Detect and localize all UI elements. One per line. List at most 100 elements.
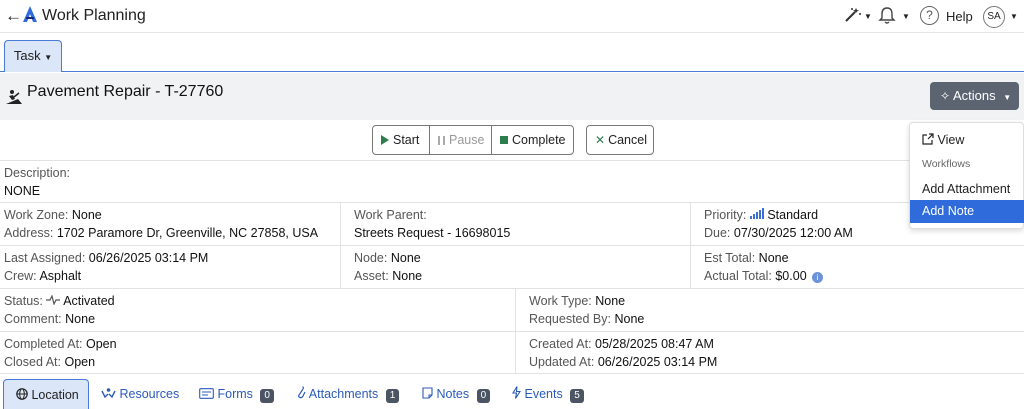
actual-total-field: Actual Total: $0.00 i [704,269,824,283]
divider [0,160,1024,161]
start-button[interactable]: Start [372,125,430,155]
play-icon [381,135,389,145]
description-label: Description: [4,166,70,180]
info-icon[interactable]: i [812,272,824,283]
address-label: Address: [4,226,54,240]
avatar-caret-icon[interactable]: ▼ [1010,12,1018,21]
status-field: Status: Activated [4,294,115,308]
work-zone-field: Work Zone: None [4,208,102,222]
requested-by-field: Requested By: None [529,312,644,326]
tab-events[interactable]: Events 5 [512,379,584,409]
tab-events-label: Events [524,387,563,401]
menu-item-add-attachment[interactable]: Add Attachment [910,182,1024,196]
paperclip-icon [296,386,309,401]
node-field: Node: None [354,251,421,265]
divider [690,202,691,288]
actual-total-label: Actual Total: [704,269,772,283]
cancel-label: Cancel [608,133,647,147]
work-parent-value[interactable]: Streets Request - 16698015 [354,226,510,240]
pause-button[interactable]: Pause [429,125,492,155]
lightning-icon [512,386,524,401]
priority-value: Standard [767,208,819,222]
actions-label: Actions [952,88,996,103]
tab-resources[interactable]: Resources [101,379,179,409]
chevron-down-icon: ▼ [44,53,53,62]
globe-icon [16,388,31,402]
comment-field: Comment: None [4,312,95,326]
crew-value: Asphalt [39,269,82,283]
chevron-down-icon: ▼ [1003,93,1012,102]
work-zone-label: Work Zone: [4,208,69,222]
cancel-button[interactable]: ✕ Cancel [586,125,654,155]
magic-wand-icon: ✧ [940,89,951,103]
complete-button[interactable]: Complete [491,125,574,155]
bell-icon[interactable] [878,6,896,28]
pause-label: Pause [449,133,485,147]
bell-caret-icon[interactable]: ▼ [902,12,910,21]
comment-value: None [65,312,96,326]
road-work-icon [5,89,23,108]
requested-by-label: Requested By: [529,312,611,326]
est-total-label: Est Total: [704,251,756,265]
signal-bars-icon [749,208,767,222]
status-value: Activated [63,294,115,308]
status-label: Status: [4,294,43,308]
completed-at-field: Completed At: Open [4,337,117,351]
pause-icon [438,136,445,145]
work-parent-label: Work Parent: [354,208,427,222]
task-header: Pavement Repair - T-27760 ✧ Actions ▼ [0,73,1024,120]
user-avatar[interactable]: SA [983,6,1005,28]
menu-item-view-label: View [937,133,965,147]
stop-icon [500,136,508,144]
note-icon [422,387,436,401]
closed-at-label: Closed At: [4,355,61,369]
menu-header-workflows: Workflows [922,158,971,170]
help-icon[interactable]: ? [920,6,939,25]
divider [340,202,341,288]
closed-at-field: Closed At: Open [4,355,95,369]
work-type-value: None [595,294,626,308]
tab-forms[interactable]: Forms 0 [199,379,274,409]
hands-icon [101,387,119,401]
tab-forms-label: Forms [217,387,253,401]
updated-at-field: Updated At: 06/26/2025 03:14 PM [529,355,717,369]
divider [515,288,516,373]
requested-by-value: None [614,312,645,326]
help-link[interactable]: Help [946,9,973,24]
completed-at-label: Completed At: [4,337,83,351]
wand-caret-icon[interactable]: ▼ [864,12,872,21]
divider [0,373,1024,374]
tab-notes-label: Notes [436,387,470,401]
menu-item-add-note[interactable]: Add Note [910,200,1024,223]
tab-strip: Task ▼ [0,34,1024,72]
menu-item-view[interactable]: View [910,133,1024,147]
tab-notes[interactable]: Notes 0 [422,379,491,409]
tab-attachments[interactable]: Attachments 1 [296,379,400,409]
priority-label: Priority: [704,208,747,222]
asset-label: Asset: [354,269,389,283]
tab-location[interactable]: Location [3,379,89,409]
tab-location-label: Location [31,388,79,402]
app-logo [23,6,37,22]
est-total-value: None [758,251,789,265]
priority-field: Priority: Standard [704,208,818,222]
updated-at-label: Updated At: [529,355,595,369]
actions-dropdown-menu: View Workflows Add Attachment Add Note [909,122,1024,229]
last-assigned-value: 06/26/2025 03:14 PM [88,251,209,265]
address-value: 1702 Paramore Dr, Greenville, NC 27858, … [56,226,319,240]
magic-wand-icon[interactable] [844,7,862,28]
tab-task-label: Task [13,48,41,63]
count-badge: 5 [570,389,584,403]
tab-attachments-label: Attachments [308,387,379,401]
work-zone-value: None [71,208,102,222]
crew-field: Crew: Asphalt [4,269,81,283]
tab-task[interactable]: Task ▼ [4,40,62,72]
back-arrow-icon[interactable]: ← [5,6,22,26]
description-value: NONE [4,184,41,198]
node-value: None [390,251,421,265]
close-icon: ✕ [595,133,606,147]
actions-button[interactable]: ✧ Actions ▼ [930,82,1019,110]
app-title: Work Planning [42,7,146,24]
work-type-label: Work Type: [529,294,592,308]
external-link-icon [922,133,937,147]
